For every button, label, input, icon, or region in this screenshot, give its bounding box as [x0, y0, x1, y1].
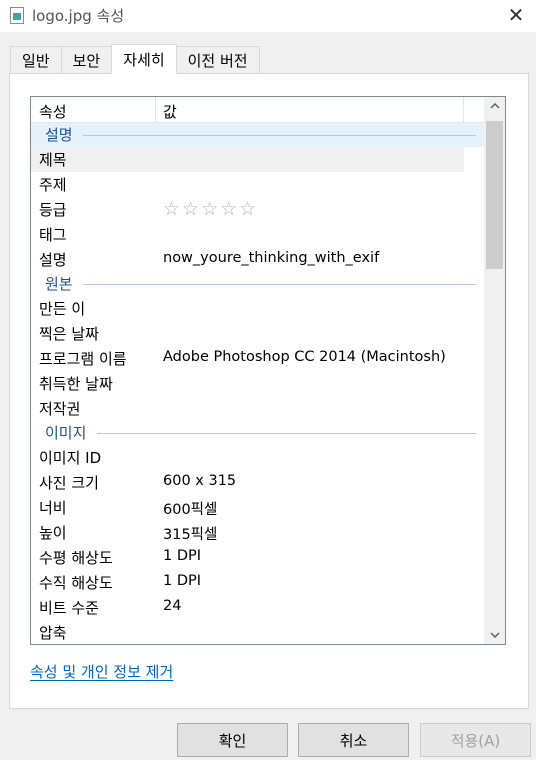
- group-label: 원본: [45, 275, 73, 293]
- chevron-down-icon: [489, 632, 500, 638]
- list-item[interactable]: 주제: [31, 172, 486, 197]
- property-name: 설명: [39, 251, 67, 269]
- list-item[interactable]: 사진 크기 600 x 315: [31, 470, 486, 495]
- property-name: 저작권: [39, 400, 81, 418]
- property-name: 프로그램 이름: [39, 350, 127, 368]
- column-divider[interactable]: [463, 97, 464, 123]
- property-value: 315픽셀: [163, 527, 218, 543]
- property-name: 압축: [39, 624, 67, 642]
- property-name: 만든 이: [39, 300, 86, 318]
- list-item[interactable]: 등급 ☆☆☆☆☆: [31, 197, 486, 222]
- tab-details[interactable]: 자세히: [111, 44, 177, 74]
- property-value: 1 DPI: [163, 548, 202, 564]
- list-item[interactable]: 찍은 날짜: [31, 321, 486, 346]
- property-name: 태그: [39, 226, 67, 244]
- list-item[interactable]: 이미지 ID: [31, 445, 486, 470]
- column-header-value[interactable]: 값: [163, 101, 177, 122]
- list-item[interactable]: 프로그램 이름 Adobe Photoshop CC 2014 (Macinto…: [31, 346, 486, 371]
- list-rows: 설명 제목 주제 등급 ☆☆☆☆☆ 태그 설명 now_youre_thinki…: [31, 123, 486, 644]
- chevron-up-icon: [489, 103, 500, 109]
- property-value: 600 x 315: [163, 473, 237, 489]
- cancel-button[interactable]: 취소: [298, 723, 409, 757]
- group-header-description[interactable]: 설명: [31, 123, 486, 147]
- group-divider: [83, 284, 476, 285]
- image-file-icon: [10, 7, 24, 24]
- scroll-down-button[interactable]: [484, 626, 505, 644]
- property-value: 24: [163, 598, 182, 614]
- list-item[interactable]: 압축: [31, 620, 486, 644]
- list-item[interactable]: 수평 해상도 1 DPI: [31, 545, 486, 570]
- column-header-property[interactable]: 속성: [39, 101, 67, 122]
- list-item[interactable]: 취득한 날짜: [31, 371, 486, 396]
- list-item[interactable]: 너비 600픽셀: [31, 495, 486, 520]
- close-button[interactable]: ✕: [496, 0, 536, 30]
- list-item[interactable]: 태그: [31, 222, 486, 247]
- scroll-thumb[interactable]: [486, 121, 503, 269]
- property-name: 너비: [39, 499, 67, 517]
- tab-previous-versions[interactable]: 이전 버전: [175, 46, 260, 74]
- tab-bar: 일반 보안 자세히 이전 버전: [10, 44, 260, 74]
- property-value: Adobe Photoshop CC 2014 (Macintosh): [163, 349, 446, 365]
- tab-security[interactable]: 보안: [60, 46, 113, 74]
- property-value: 1 DPI: [163, 573, 202, 589]
- group-label: 설명: [45, 126, 73, 144]
- title-bar: logo.jpg 속성 ✕: [0, 0, 536, 32]
- property-list[interactable]: 속성 값 설명 제목 주제 등급 ☆☆☆☆☆ 태그 설명 now_youre_t…: [30, 96, 506, 645]
- group-divider: [97, 433, 476, 434]
- tab-general[interactable]: 일반: [10, 46, 62, 74]
- property-name: 이미지 ID: [39, 449, 102, 467]
- list-item[interactable]: 설명 now_youre_thinking_with_exif: [31, 247, 486, 272]
- group-label: 이미지: [45, 424, 87, 442]
- property-name: 주제: [39, 176, 67, 194]
- group-divider: [83, 135, 476, 136]
- list-item[interactable]: 비트 수준 24: [31, 595, 486, 620]
- list-item[interactable]: 수직 해상도 1 DPI: [31, 570, 486, 595]
- details-panel: 속성 값 설명 제목 주제 등급 ☆☆☆☆☆ 태그 설명 now_youre_t…: [9, 73, 529, 709]
- property-name: 비트 수준: [39, 599, 99, 617]
- ok-button[interactable]: 확인: [177, 723, 288, 757]
- scroll-up-button[interactable]: [484, 97, 505, 115]
- list-item[interactable]: 높이 315픽셀: [31, 520, 486, 545]
- list-item[interactable]: 저작권: [31, 396, 486, 421]
- property-name: 수직 해상도: [39, 574, 113, 592]
- property-name: 사진 크기: [39, 474, 99, 492]
- property-name: 찍은 날짜: [39, 325, 99, 343]
- vertical-scrollbar[interactable]: [484, 97, 505, 644]
- list-item[interactable]: 제목: [31, 147, 464, 172]
- property-name: 높이: [39, 524, 67, 542]
- rating-stars[interactable]: ☆☆☆☆☆: [163, 198, 258, 220]
- property-name: 수평 해상도: [39, 549, 113, 567]
- column-divider[interactable]: [155, 97, 156, 123]
- property-name: 취득한 날짜: [39, 375, 113, 393]
- group-header-image[interactable]: 이미지: [31, 421, 486, 445]
- list-header: 속성 값: [31, 97, 486, 123]
- property-name: 등급: [39, 201, 67, 219]
- list-item[interactable]: 만든 이: [31, 296, 486, 321]
- group-header-origin[interactable]: 원본: [31, 272, 486, 296]
- apply-button[interactable]: 적용(A): [420, 723, 531, 757]
- remove-properties-link[interactable]: 속성 및 개인 정보 제거: [30, 661, 173, 682]
- property-name: 제목: [39, 151, 67, 169]
- window-title: logo.jpg 속성: [32, 7, 125, 25]
- property-value: 600픽셀: [163, 502, 218, 518]
- property-value: now_youre_thinking_with_exif: [163, 250, 380, 266]
